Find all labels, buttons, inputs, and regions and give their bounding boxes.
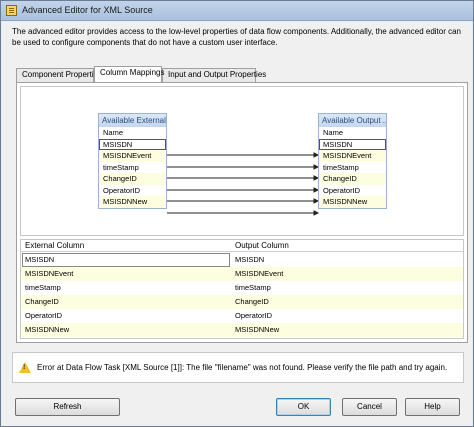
external-column-cell[interactable]: MSISDNNew — [25, 325, 69, 334]
external-col-msisdn[interactable]: MSISDN — [99, 138, 166, 150]
table-row[interactable]: MSISDNEvent MSISDNEvent — [21, 267, 463, 281]
external-col-timestamp[interactable]: timeStamp — [99, 162, 166, 174]
output-header-name: Name — [323, 128, 344, 137]
error-message-box: ! Error at Data Flow Task [XML Source [1… — [12, 352, 464, 383]
table-row[interactable]: ChangeID ChangeID — [21, 295, 463, 309]
output-col-msisdnevent[interactable]: MSISDNEvent — [319, 150, 386, 162]
tab-component-properties[interactable]: Component Properties — [16, 68, 102, 82]
external-column-cell[interactable]: MSISDNEvent — [25, 269, 73, 278]
output-column-cell[interactable]: MSISDNNew — [235, 325, 279, 334]
table-row[interactable]: MSISDN MSISDN — [21, 253, 463, 267]
output-col-msisdn[interactable]: MSISDN — [319, 138, 386, 150]
column-mappings-panel: Available External ... Name MSISDN MSISD… — [16, 82, 468, 343]
description-text: The advanced editor provides access to t… — [12, 27, 462, 47]
mapping-lines — [167, 152, 320, 216]
grid-header: External Column Output Column — [21, 240, 463, 252]
external-col-msisdnevent[interactable]: MSISDNEvent — [99, 150, 166, 162]
xml-source-icon — [6, 5, 17, 16]
output-col-operatorid[interactable]: OperatorID — [319, 185, 386, 197]
external-box-title: Available External ... — [99, 114, 166, 127]
arrow-head-msisdnnew — [313, 210, 320, 216]
available-output-columns-box[interactable]: Available Output ... Name MSISDN MSISDNE… — [318, 113, 387, 209]
advanced-editor-window: Advanced Editor for XML Source The advan… — [0, 0, 474, 427]
external-col-msisdnnew[interactable]: MSISDNNew — [99, 196, 166, 208]
dialog-body: The advanced editor provides access to t… — [2, 22, 472, 426]
tab-column-mappings[interactable]: Column Mappings — [94, 66, 164, 82]
external-column-cell[interactable]: timeStamp — [25, 283, 61, 292]
output-column-cell[interactable]: MSISDN — [235, 255, 264, 264]
mapping-diagram: Available External ... Name MSISDN MSISD… — [20, 86, 464, 236]
header-external-column[interactable]: External Column — [25, 241, 84, 250]
window-title: Advanced Editor for XML Source — [22, 5, 153, 15]
help-button[interactable]: Help — [405, 398, 460, 416]
output-column-cell[interactable]: ChangeID — [235, 297, 269, 306]
external-header-name: Name — [103, 128, 124, 137]
external-col-changeid[interactable]: ChangeID — [99, 173, 166, 185]
table-row[interactable]: MSISDNNew MSISDNNew — [21, 323, 463, 337]
refresh-button[interactable]: Refresh — [15, 398, 120, 416]
external-col-operatorid[interactable]: OperatorID — [99, 185, 166, 197]
title-bar[interactable]: Advanced Editor for XML Source — [1, 1, 473, 21]
cancel-button[interactable]: Cancel — [342, 398, 397, 416]
external-column-cell[interactable]: OperatorID — [25, 311, 62, 320]
header-output-column[interactable]: Output Column — [235, 241, 289, 250]
ok-button[interactable]: OK — [276, 398, 331, 416]
table-row[interactable]: OperatorID OperatorID — [21, 309, 463, 323]
mapping-grid: External Column Output Column MSISDN MSI… — [20, 239, 464, 339]
warning-icon: ! — [19, 362, 31, 373]
output-col-timestamp[interactable]: timeStamp — [319, 162, 386, 174]
available-external-columns-box[interactable]: Available External ... Name MSISDN MSISD… — [98, 113, 167, 209]
output-box-title: Available Output ... — [319, 114, 386, 127]
output-column-cell[interactable]: MSISDNEvent — [235, 269, 283, 278]
output-column-cell[interactable]: OperatorID — [235, 311, 272, 320]
error-message-text: Error at Data Flow Task [XML Source [1]]… — [37, 363, 448, 372]
external-column-cell[interactable]: ChangeID — [25, 297, 59, 306]
output-column-cell[interactable]: timeStamp — [235, 283, 271, 292]
output-col-msisdnnew[interactable]: MSISDNNew — [319, 196, 386, 208]
external-column-cell[interactable]: MSISDN — [25, 255, 54, 264]
output-col-changeid[interactable]: ChangeID — [319, 173, 386, 185]
tab-input-output-properties[interactable]: Input and Output Properties — [162, 68, 266, 82]
table-row[interactable]: timeStamp timeStamp — [21, 281, 463, 295]
